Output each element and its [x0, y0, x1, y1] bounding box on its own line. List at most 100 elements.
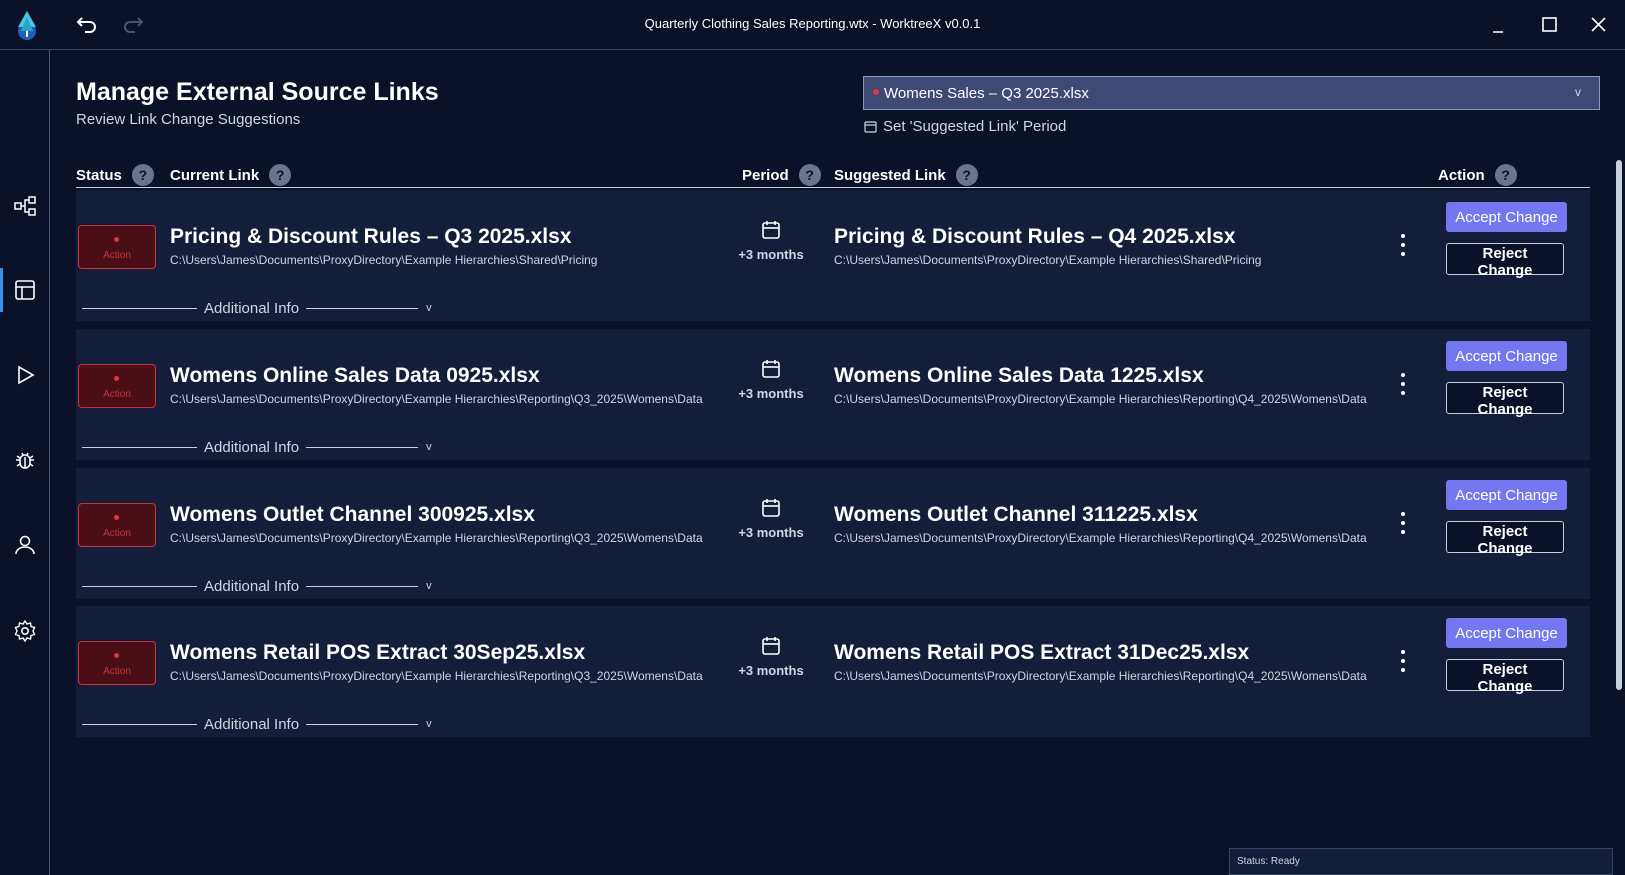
current-link-name[interactable]: Womens Outlet Channel 300925.xlsx [170, 503, 535, 527]
period-cell[interactable]: +3 months [726, 636, 816, 680]
chevron-down-icon: v [426, 718, 432, 730]
additional-info-toggle[interactable]: Additional Info v [82, 714, 442, 734]
current-link-name[interactable]: Womens Retail POS Extract 30Sep25.xlsx [170, 641, 585, 665]
source-file-select-value: Womens Sales – Q3 2025.xlsx [884, 84, 1089, 102]
user-icon [15, 535, 35, 555]
sidebar-item-debug[interactable] [0, 438, 50, 482]
hierarchy-icon [14, 196, 36, 216]
accept-change-button[interactable]: Accept Change [1446, 202, 1567, 232]
source-file-select[interactable]: Womens Sales – Q3 2025.xlsx v [863, 76, 1600, 110]
additional-info-label: Additional Info [204, 438, 300, 456]
status-badge-label: Action [103, 250, 131, 261]
calendar-icon [762, 499, 780, 517]
status-dot-icon [873, 89, 879, 95]
column-period-label: Period [742, 166, 789, 184]
calendar-icon [864, 121, 877, 133]
calendar-icon [762, 360, 780, 378]
page-title: Manage External Source Links [76, 78, 439, 106]
sidebar-item-table[interactable] [0, 268, 50, 312]
set-suggested-period-label: Set 'Suggested Link' Period [883, 118, 1067, 135]
reject-change-button[interactable]: Reject Change [1446, 521, 1564, 557]
divider [306, 446, 419, 448]
suggested-link-path: C:\Users\James\Documents\ProxyDirectory\… [834, 669, 1367, 683]
period-label: +3 months [738, 247, 804, 262]
minimize-icon[interactable] [1487, 12, 1513, 38]
reject-change-button[interactable]: Reject Change [1446, 382, 1564, 418]
more-options-icon[interactable] [1398, 371, 1408, 397]
column-current-link-label: Current Link [170, 166, 260, 184]
additional-info-toggle[interactable]: Additional Info v [82, 298, 442, 318]
table-row: Action Womens Outlet Channel 300925.xlsx… [76, 468, 1590, 599]
status-dot-icon [114, 653, 119, 658]
column-suggested-link: Suggested Link ? [834, 164, 978, 186]
status-badge[interactable]: Action [78, 641, 156, 685]
accept-change-button[interactable]: Accept Change [1446, 618, 1567, 648]
current-link-path: C:\Users\James\Documents\ProxyDirectory\… [170, 253, 598, 267]
suggested-link-path: C:\Users\James\Documents\ProxyDirectory\… [834, 531, 1367, 545]
column-period: Period ? [742, 164, 821, 186]
suggested-link-name[interactable]: Womens Online Sales Data 1225.xlsx [834, 364, 1204, 388]
status-dot-icon [114, 376, 119, 381]
current-link-path: C:\Users\James\Documents\ProxyDirectory\… [170, 669, 703, 683]
calendar-icon [762, 221, 780, 239]
sidebar-item-user[interactable] [0, 523, 50, 567]
suggested-link-name[interactable]: Pricing & Discount Rules – Q4 2025.xlsx [834, 225, 1236, 249]
reject-change-button[interactable]: Reject Change [1446, 659, 1564, 695]
sidebar-item-settings[interactable] [0, 609, 50, 653]
status-badge-label: Action [103, 528, 131, 539]
help-icon[interactable]: ? [798, 164, 821, 186]
chevron-down-icon: v [426, 580, 432, 592]
additional-info-label: Additional Info [204, 715, 300, 733]
more-options-icon[interactable] [1398, 232, 1408, 258]
current-link-name[interactable]: Pricing & Discount Rules – Q3 2025.xlsx [170, 225, 572, 249]
set-suggested-period-link[interactable]: Set 'Suggested Link' Period [864, 118, 1066, 135]
vertical-scrollbar[interactable] [1616, 160, 1622, 690]
chevron-down-icon: v [426, 441, 432, 453]
help-icon[interactable]: ? [955, 164, 978, 186]
accept-change-button[interactable]: Accept Change [1446, 341, 1567, 371]
divider [306, 585, 419, 587]
help-icon[interactable]: ? [1494, 164, 1517, 186]
status-badge[interactable]: Action [78, 225, 156, 269]
column-action-label: Action [1438, 166, 1485, 184]
divider [82, 723, 197, 725]
column-status-label: Status [76, 166, 122, 184]
additional-info-toggle[interactable]: Additional Info v [82, 576, 442, 596]
more-options-icon[interactable] [1398, 510, 1408, 536]
status-badge[interactable]: Action [78, 503, 156, 547]
accept-change-button[interactable]: Accept Change [1446, 480, 1567, 510]
gear-icon [14, 619, 36, 643]
chevron-down-icon: v [426, 302, 432, 314]
status-bar-text: Status: Ready [1237, 856, 1300, 867]
maximize-icon[interactable] [1537, 12, 1563, 38]
period-cell[interactable]: +3 months [726, 220, 816, 264]
more-options-icon[interactable] [1398, 648, 1408, 674]
suggested-link-name[interactable]: Womens Retail POS Extract 31Dec25.xlsx [834, 641, 1249, 665]
redo-icon[interactable] [120, 12, 146, 38]
period-cell[interactable]: +3 months [726, 498, 816, 542]
undo-icon[interactable] [74, 12, 100, 38]
sidebar-item-run[interactable] [0, 353, 50, 397]
suggested-link-name[interactable]: Womens Outlet Channel 311225.xlsx [834, 503, 1198, 527]
column-action: Action ? [1438, 164, 1517, 186]
sidebar-item-hierarchy[interactable] [0, 184, 50, 228]
column-status: Status ? [76, 164, 154, 186]
status-badge[interactable]: Action [78, 364, 156, 408]
title-bar: Quarterly Clothing Sales Reporting.wtx -… [0, 0, 1625, 50]
calendar-icon [762, 637, 780, 655]
help-icon[interactable]: ? [131, 164, 154, 186]
help-icon[interactable]: ? [269, 164, 292, 186]
period-cell[interactable]: +3 months [726, 359, 816, 403]
divider [82, 585, 197, 587]
divider [82, 307, 197, 309]
current-link-name[interactable]: Womens Online Sales Data 0925.xlsx [170, 364, 540, 388]
reject-change-button[interactable]: Reject Change [1446, 243, 1564, 279]
current-link-path: C:\Users\James\Documents\ProxyDirectory\… [170, 531, 703, 545]
app-logo-icon[interactable] [12, 9, 42, 41]
window-title: Quarterly Clothing Sales Reporting.wtx -… [644, 16, 981, 31]
table-row: Action Womens Online Sales Data 0925.xls… [76, 329, 1590, 460]
close-icon[interactable] [1586, 12, 1612, 38]
table-row: Action Pricing & Discount Rules – Q3 202… [76, 190, 1590, 321]
chevron-down-icon: v [1575, 85, 1581, 99]
additional-info-toggle[interactable]: Additional Info v [82, 437, 442, 457]
